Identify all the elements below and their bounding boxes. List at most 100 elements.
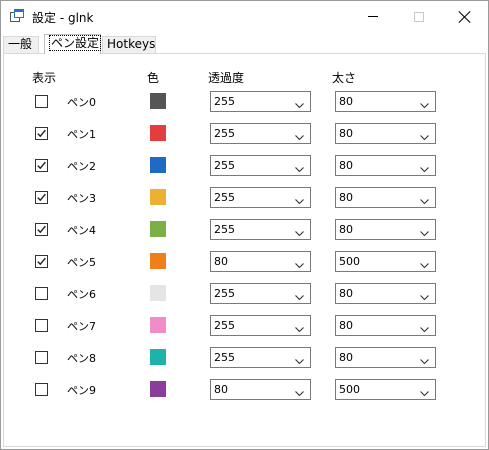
tab-hotkeys[interactable]: Hotkeys	[102, 36, 156, 53]
pen-row: ペン1 255 80	[1, 123, 488, 145]
width-combobox[interactable]: 500	[335, 251, 436, 272]
pen-visible-checkbox[interactable]	[35, 287, 48, 300]
minimize-button[interactable]	[350, 1, 396, 32]
width-combobox[interactable]: 80	[335, 123, 436, 144]
chevron-down-icon	[295, 258, 304, 269]
width-combobox[interactable]: 80	[335, 187, 436, 208]
pen-label: ペン5	[67, 256, 96, 269]
chevron-down-icon	[295, 98, 304, 109]
width-combobox[interactable]: 500	[335, 379, 436, 400]
opacity-combobox[interactable]: 255	[210, 187, 311, 208]
opacity-combobox[interactable]: 255	[210, 219, 311, 240]
opacity-combobox[interactable]: 255	[210, 283, 311, 304]
pen-visible-checkbox[interactable]	[35, 383, 48, 396]
width-value: 80	[339, 191, 353, 204]
opacity-combobox[interactable]: 80	[210, 251, 311, 272]
pen-row: ペン8 255 80	[1, 347, 488, 369]
pen-color-swatch[interactable]	[150, 189, 166, 205]
pen-color-swatch[interactable]	[150, 125, 166, 141]
pen-row: ペン0 255 80	[1, 91, 488, 113]
maximize-button[interactable]	[396, 1, 442, 32]
width-combobox[interactable]: 80	[335, 283, 436, 304]
pen-label: ペン4	[67, 224, 96, 237]
chevron-down-icon	[420, 290, 429, 301]
chevron-down-icon	[295, 226, 304, 237]
pen-color-swatch[interactable]	[150, 285, 166, 301]
pen-visible-checkbox[interactable]	[35, 191, 48, 204]
header-visible: 表示	[32, 71, 57, 85]
opacity-value: 255	[214, 95, 235, 108]
pen-visible-checkbox[interactable]	[35, 127, 48, 140]
pen-row: ペン9 80 500	[1, 379, 488, 401]
pen-row: ペン7 255 80	[1, 315, 488, 337]
pen-label: ペン7	[67, 320, 96, 333]
pen-color-swatch[interactable]	[150, 349, 166, 365]
chevron-down-icon	[420, 258, 429, 269]
pen-visible-checkbox[interactable]	[35, 255, 48, 268]
opacity-value: 255	[214, 191, 235, 204]
opacity-value: 255	[214, 159, 235, 172]
opacity-combobox[interactable]: 255	[210, 123, 311, 144]
width-combobox[interactable]: 80	[335, 347, 436, 368]
window-title: 設定 - glnk	[32, 11, 94, 25]
pen-color-swatch[interactable]	[150, 381, 166, 397]
pen-label: ペン0	[67, 96, 96, 109]
pen-visible-checkbox[interactable]	[35, 95, 48, 108]
opacity-value: 80	[214, 383, 228, 396]
width-combobox[interactable]: 80	[335, 315, 436, 336]
opacity-value: 255	[214, 351, 235, 364]
chevron-down-icon	[295, 322, 304, 333]
pen-label: ペン9	[67, 384, 96, 397]
close-button[interactable]	[442, 1, 488, 32]
pen-visible-checkbox[interactable]	[35, 223, 48, 236]
chevron-down-icon	[420, 386, 429, 397]
tab-general[interactable]: 一般	[3, 36, 39, 53]
chevron-down-icon	[295, 354, 304, 365]
opacity-combobox[interactable]: 255	[210, 91, 311, 112]
pen-label: ペン2	[67, 160, 96, 173]
header-opacity: 透過度	[208, 71, 245, 85]
pen-visible-checkbox[interactable]	[35, 351, 48, 364]
width-value: 80	[339, 319, 353, 332]
tab-pen-settings[interactable]: ペン設定	[44, 34, 102, 54]
maximize-icon	[414, 11, 424, 22]
width-combobox[interactable]: 80	[335, 219, 436, 240]
chevron-down-icon	[295, 162, 304, 173]
width-combobox[interactable]: 80	[335, 91, 436, 112]
pen-visible-checkbox[interactable]	[35, 159, 48, 172]
opacity-value: 255	[214, 223, 235, 236]
header-width: 太さ	[332, 71, 357, 85]
header-color: 色	[147, 71, 160, 85]
pen-color-swatch[interactable]	[150, 317, 166, 333]
width-value: 80	[339, 159, 353, 172]
opacity-value: 255	[214, 287, 235, 300]
pen-color-swatch[interactable]	[150, 157, 166, 173]
chevron-down-icon	[420, 98, 429, 109]
opacity-combobox[interactable]: 80	[210, 379, 311, 400]
tab-label: ペン設定	[49, 35, 102, 51]
chevron-down-icon	[420, 130, 429, 141]
chevron-down-icon	[295, 290, 304, 301]
pen-label: ペン8	[67, 352, 96, 365]
opacity-combobox[interactable]: 255	[210, 155, 311, 176]
width-value: 80	[339, 287, 353, 300]
pen-color-swatch[interactable]	[150, 93, 166, 109]
width-value: 500	[339, 255, 360, 268]
title-bar[interactable]: 設定 - glnk	[1, 1, 488, 32]
minimize-icon	[368, 16, 378, 17]
pen-row: ペン4 255 80	[1, 219, 488, 241]
pen-color-swatch[interactable]	[150, 221, 166, 237]
opacity-combobox[interactable]: 255	[210, 347, 311, 368]
chevron-down-icon	[420, 226, 429, 237]
pen-row: ペン6 255 80	[1, 283, 488, 305]
width-combobox[interactable]: 80	[335, 155, 436, 176]
opacity-value: 255	[214, 319, 235, 332]
tab-label: Hotkeys	[107, 37, 156, 51]
opacity-combobox[interactable]: 255	[210, 315, 311, 336]
chevron-down-icon	[295, 386, 304, 397]
pen-visible-checkbox[interactable]	[35, 319, 48, 332]
opacity-value: 80	[214, 255, 228, 268]
width-value: 80	[339, 95, 353, 108]
pen-color-swatch[interactable]	[150, 253, 166, 269]
opacity-value: 255	[214, 127, 235, 140]
